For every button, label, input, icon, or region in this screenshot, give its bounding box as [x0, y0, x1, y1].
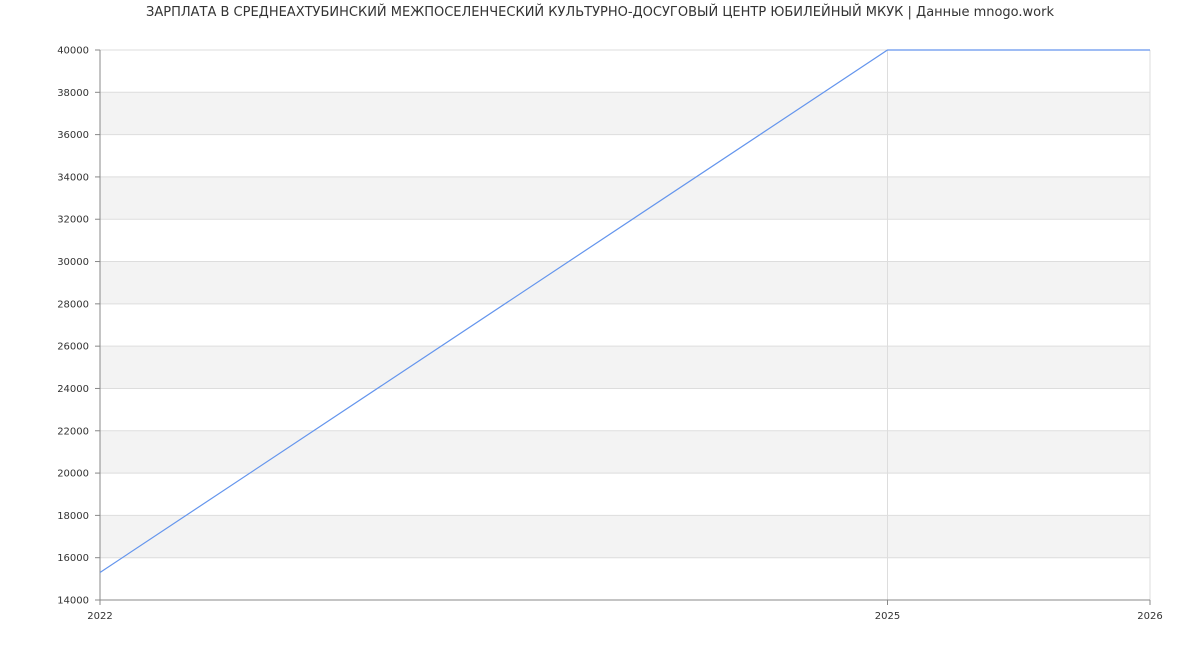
- grid-band: [100, 430, 1150, 474]
- grid-band: [100, 92, 1150, 135]
- grid-band: [100, 261, 1150, 304]
- y-tick-label: 14000: [57, 596, 89, 607]
- y-tick-label: 40000: [57, 46, 89, 57]
- grid-band: [100, 557, 1150, 600]
- grid-band: [100, 346, 1150, 389]
- y-tick-label: 18000: [57, 511, 89, 522]
- y-tick-label: 38000: [57, 88, 89, 99]
- x-tick-label: 2025: [875, 611, 900, 622]
- y-tick-label: 32000: [57, 215, 89, 226]
- y-tick-label: 28000: [57, 299, 89, 310]
- chart-root: ЗАРПЛАТА В СРЕДНЕАХТУБИНСКИЙ МЕЖПОСЕЛЕНЧ…: [0, 0, 1200, 650]
- y-tick-label: 16000: [57, 553, 89, 564]
- grid-band: [100, 515, 1150, 558]
- y-tick-label: 22000: [57, 426, 89, 437]
- y-tick-label: 36000: [57, 130, 89, 141]
- grid-band: [100, 303, 1150, 347]
- y-tick-label: 26000: [57, 342, 89, 353]
- grid-band: [100, 50, 1150, 93]
- grid-band: [100, 176, 1150, 220]
- x-tick-label: 2022: [87, 611, 112, 622]
- grid-band: [100, 134, 1150, 177]
- x-tick-label: 2026: [1137, 611, 1162, 622]
- grid-band: [100, 219, 1150, 262]
- y-tick-label: 30000: [57, 257, 89, 268]
- y-tick-label: 20000: [57, 469, 89, 480]
- grid-band: [100, 388, 1150, 431]
- chart-plot: 14000 16000 18000 20000 22000 24000 26000 28000…: [57, 46, 1163, 623]
- y-tick-label: 24000: [57, 384, 89, 395]
- y-tick-label: 34000: [57, 172, 89, 183]
- grid-band: [100, 473, 1150, 516]
